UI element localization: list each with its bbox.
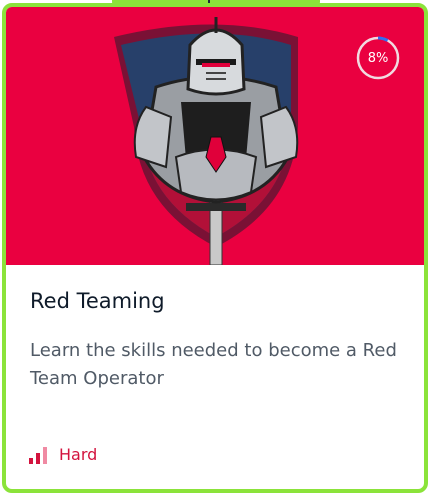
progress-label: 8% xyxy=(367,50,389,66)
difficulty-indicator: Hard xyxy=(28,445,97,464)
module-card[interactable]: 8% Red Teaming Learn the skills needed t… xyxy=(2,3,428,493)
card-description: Learn the skills needed to become a Red … xyxy=(30,340,397,389)
progress-ring: 8% xyxy=(355,35,401,81)
card-title[interactable]: Red Teaming xyxy=(30,289,165,313)
difficulty-label: Hard xyxy=(59,445,98,464)
card-hero-image: 8% xyxy=(6,7,424,265)
signal-bars-icon xyxy=(29,446,47,464)
